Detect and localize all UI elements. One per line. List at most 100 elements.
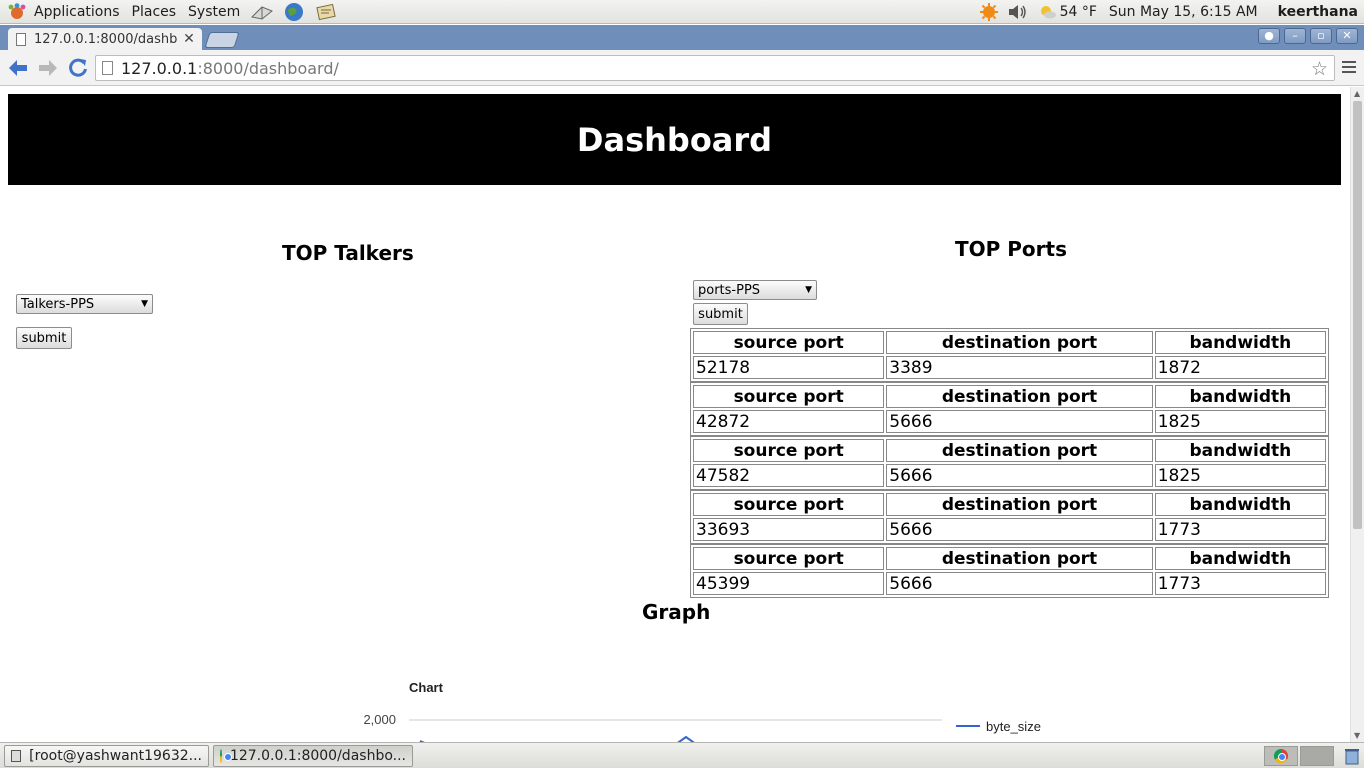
browser-toolbar: 127.0.0.1 :8000/dashboard/ ☆ [0, 50, 1364, 86]
taskbar-browser-label: 127.0.0.1:8000/dashbo... [229, 747, 406, 764]
minimize-button[interactable]: – [1284, 28, 1306, 44]
ports-select-value: ports-PPS [698, 282, 761, 298]
reload-button[interactable] [66, 56, 90, 80]
cell-bw: 1773 [1154, 572, 1326, 595]
scroll-up-arrow-icon[interactable]: ▲ [1354, 89, 1360, 98]
cell-src: 45399 [693, 572, 885, 595]
cell-src: 52178 [693, 356, 885, 379]
dashboard-header: Dashboard [8, 94, 1341, 185]
cell-src: 33693 [693, 518, 885, 541]
weather-temperature[interactable]: 54 °F [1060, 4, 1097, 20]
column-header: destination port [886, 547, 1153, 570]
table-header-row: source port destination port bandwidth [693, 331, 1326, 354]
browser-menu-icon[interactable] [1342, 61, 1356, 76]
cell-bw: 1825 [1154, 464, 1326, 487]
workspace-1[interactable] [1264, 745, 1298, 766]
scroll-down-arrow-icon[interactable]: ▼ [1354, 731, 1360, 740]
taskbar-terminal-label: [root@yashwant19632... [29, 747, 202, 764]
dropdown-arrow-icon: ▼ [805, 285, 812, 295]
places-menu[interactable]: Places [126, 0, 183, 24]
taskbar-browser-window[interactable]: 127.0.0.1:8000/dashbo... [213, 744, 413, 767]
top-panel: Applications Places System 54 °F Sun May… [0, 0, 1364, 24]
window-controls: ● – ▫ ✕ [1254, 28, 1358, 44]
user-menu[interactable]: keerthana [1278, 4, 1358, 20]
ports-select[interactable]: ports-PPS ▼ [693, 280, 817, 300]
chrome-icon [220, 748, 232, 763]
legend-label: byte_size [986, 719, 1041, 734]
column-header: bandwidth [1154, 439, 1326, 462]
tab-strip: 127.0.0.1:8000/dashb ✕ ● – ▫ ✕ [0, 25, 1364, 50]
table-header-row: source port destination port bandwidth [693, 385, 1326, 408]
column-header: bandwidth [1154, 547, 1326, 570]
table-header-row: source port destination port bandwidth [693, 493, 1326, 516]
forward-arrow-icon [39, 59, 57, 76]
cell-dst: 3389 [886, 356, 1153, 379]
top-ports-title: TOP Ports [955, 237, 1067, 261]
update-notifier-icon[interactable] [979, 2, 999, 22]
ports-submit-button[interactable]: submit [693, 303, 748, 325]
clock[interactable]: Sun May 15, 6:15 AM [1109, 4, 1258, 20]
dropdown-arrow-icon: ▼ [141, 299, 148, 309]
url-host: 127.0.0.1 [121, 58, 198, 78]
column-header: destination port [886, 331, 1153, 354]
back-arrow-icon [9, 59, 27, 76]
gnome-foot-icon [8, 2, 26, 19]
new-tab-button[interactable] [204, 32, 240, 48]
scrollbar-thumb[interactable] [1353, 101, 1362, 529]
cell-dst: 5666 [886, 518, 1153, 541]
terminal-icon [11, 749, 22, 762]
notes-launcher-icon[interactable] [313, 2, 339, 22]
tab-title: 127.0.0.1:8000/dashb [34, 31, 178, 47]
workspace-2[interactable] [1300, 745, 1334, 766]
bookmark-star-icon[interactable]: ☆ [1311, 58, 1328, 80]
column-header: source port [693, 493, 885, 516]
cell-dst: 5666 [886, 464, 1153, 487]
page-viewport: Dashboard TOP Talkers Talkers-PPS ▼ subm… [0, 87, 1350, 742]
table-row: 47582 5666 1825 [693, 464, 1326, 487]
page-icon [16, 32, 26, 46]
cell-src: 47582 [693, 464, 885, 487]
reload-icon [69, 58, 87, 77]
column-header: destination port [886, 439, 1153, 462]
byte-size-chart: Chart 2,000 byte_size [363, 680, 1041, 742]
cell-src: 42872 [693, 410, 885, 433]
trash-icon[interactable] [1342, 746, 1362, 766]
talkers-select[interactable]: Talkers-PPS ▼ [16, 294, 153, 314]
cell-bw: 1773 [1154, 518, 1326, 541]
applications-label: Applications [34, 3, 120, 20]
port-record-table: source port destination port bandwidth 4758… [690, 436, 1329, 490]
page-info-icon[interactable] [102, 61, 113, 75]
back-button[interactable] [6, 56, 30, 80]
places-label: Places [131, 3, 177, 20]
address-bar[interactable]: 127.0.0.1 :8000/dashboard/ ☆ [95, 55, 1335, 81]
maximize-button[interactable]: ▫ [1310, 28, 1332, 44]
chrome-icon [1274, 748, 1288, 763]
table-row: 45399 5666 1773 [693, 572, 1326, 595]
browser-tab[interactable]: 127.0.0.1:8000/dashb ✕ [8, 28, 202, 50]
forward-button[interactable] [36, 56, 60, 80]
weather-icon[interactable] [1039, 4, 1057, 20]
close-tab-icon[interactable]: ✕ [182, 31, 196, 47]
taskbar-terminal-window[interactable]: [root@yashwant19632... [4, 744, 209, 767]
port-record-table: source port destination port bandwidth 3369… [690, 490, 1329, 544]
page-scrollbar[interactable]: ▲ ▼ [1350, 87, 1364, 742]
system-label: System [188, 3, 241, 20]
column-header: source port [693, 331, 885, 354]
cell-bw: 1825 [1154, 410, 1326, 433]
profile-icon[interactable]: ● [1258, 28, 1280, 44]
bottom-taskbar: [root@yashwant19632... 127.0.0.1:8000/da… [0, 742, 1364, 768]
port-record-table: source port destination port bandwidth 4539… [690, 544, 1329, 598]
mail-launcher-icon[interactable] [249, 2, 275, 22]
close-window-button[interactable]: ✕ [1336, 28, 1358, 44]
system-menu[interactable]: System [182, 0, 246, 24]
applications-menu[interactable]: Applications [0, 0, 126, 24]
talkers-submit-button[interactable]: submit [16, 327, 72, 349]
top-talkers-title: TOP Talkers [282, 241, 414, 265]
volume-icon[interactable] [1007, 3, 1029, 21]
top-ports-tables: source port destination port bandwidth 5217… [690, 328, 1329, 598]
column-header: bandwidth [1154, 331, 1326, 354]
cell-dst: 5666 [886, 572, 1153, 595]
web-browser-launcher-icon[interactable] [281, 2, 307, 22]
column-header: destination port [886, 493, 1153, 516]
table-row: 42872 5666 1825 [693, 410, 1326, 433]
